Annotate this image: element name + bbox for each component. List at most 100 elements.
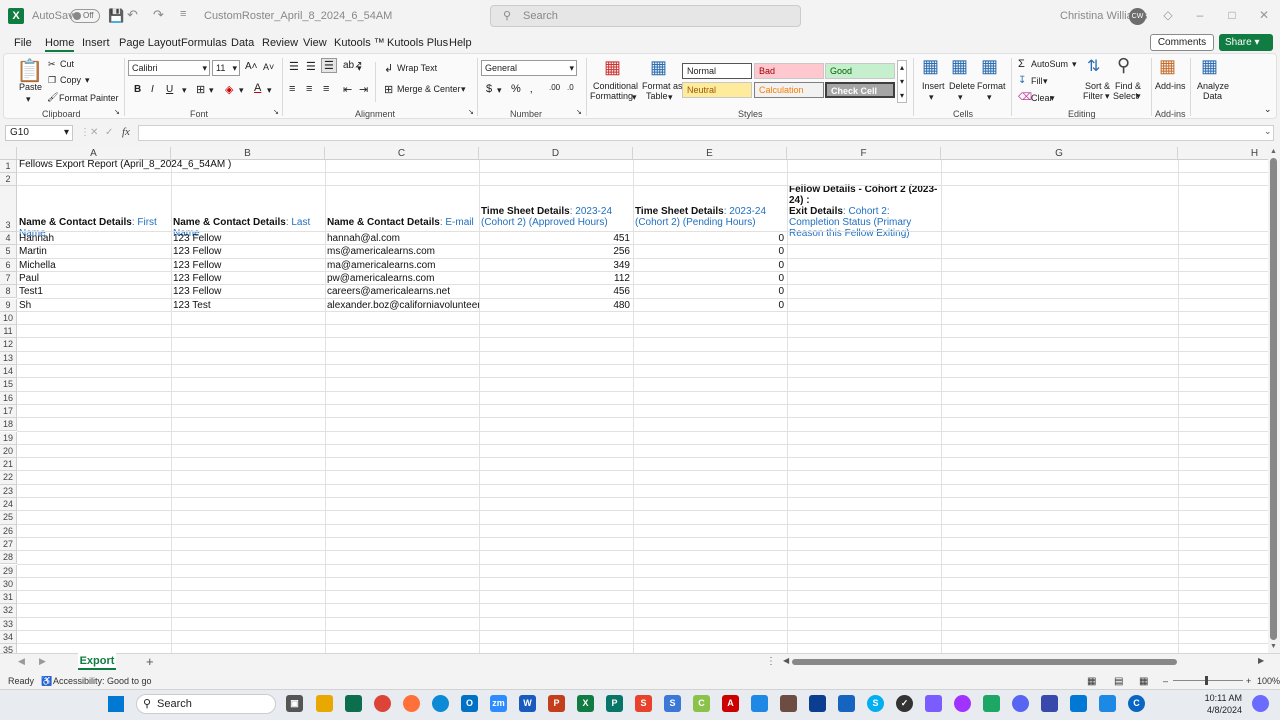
word-icon[interactable]: W bbox=[519, 695, 536, 712]
scroll-down-icon[interactable]: ▼ bbox=[1270, 643, 1277, 650]
zoom-slider[interactable] bbox=[1173, 680, 1243, 681]
tab-file[interactable]: File bbox=[14, 37, 32, 49]
column-header-f[interactable]: F bbox=[787, 147, 941, 160]
last-name-cell[interactable]: 123 Fellow bbox=[171, 286, 325, 297]
chevron-down-icon[interactable]: ▾ bbox=[461, 84, 466, 95]
row-header[interactable]: 7 bbox=[0, 271, 17, 286]
restore-icon[interactable]: □ bbox=[1222, 8, 1242, 22]
align-right-icon[interactable]: ≡ bbox=[323, 83, 329, 95]
merge-center-icon[interactable]: ⊞ bbox=[384, 83, 393, 96]
approved-hours-cell[interactable]: 451 bbox=[479, 233, 633, 244]
tab-formulas[interactable]: Formulas bbox=[181, 37, 227, 49]
format-cells-button[interactable]: Format bbox=[977, 81, 1006, 91]
select-all-corner[interactable] bbox=[0, 147, 17, 160]
skype-icon[interactable]: S bbox=[867, 695, 884, 712]
wrap-text-icon[interactable]: ↲ bbox=[384, 62, 393, 75]
align-bottom-icon[interactable]: ☰ bbox=[321, 58, 337, 73]
last-name-cell[interactable]: 123 Fellow bbox=[171, 260, 325, 271]
outlook-icon[interactable]: O bbox=[461, 695, 478, 712]
paste-button[interactable]: Paste bbox=[19, 82, 42, 92]
row-header[interactable]: 21 bbox=[0, 458, 17, 472]
tab-home[interactable]: Home bbox=[45, 37, 75, 52]
row-header[interactable]: 5 bbox=[0, 245, 17, 259]
acrobat-icon[interactable]: A bbox=[722, 695, 739, 712]
number-format-select[interactable]: General ▾ bbox=[481, 60, 577, 76]
format-as-table-label2[interactable]: Table bbox=[646, 91, 668, 101]
chrome-icon[interactable] bbox=[374, 695, 391, 712]
edge-icon[interactable] bbox=[432, 695, 449, 712]
row-header[interactable]: 18 bbox=[0, 418, 17, 432]
align-top-icon[interactable]: ☰ bbox=[289, 60, 299, 73]
discord-icon[interactable] bbox=[1012, 695, 1029, 712]
insert-function-icon[interactable]: fx bbox=[122, 126, 130, 138]
close-icon[interactable]: ✕ bbox=[1254, 8, 1274, 22]
number-launcher-icon[interactable]: ↘ bbox=[576, 108, 582, 116]
next-sheet-icon[interactable]: ▶ bbox=[39, 656, 46, 667]
first-name-cell[interactable]: Martin bbox=[17, 246, 171, 257]
tab-kutools[interactable]: Kutools ™ bbox=[334, 37, 385, 49]
first-name-cell[interactable]: Hannah bbox=[17, 233, 171, 244]
find-select-icon[interactable]: ⚲ bbox=[1117, 55, 1130, 76]
zoom-out-icon[interactable]: – bbox=[1163, 676, 1168, 686]
app-green-icon[interactable] bbox=[983, 695, 1000, 712]
app-c-icon[interactable]: C bbox=[693, 695, 710, 712]
font-size-select[interactable]: 11 ▾ bbox=[212, 60, 240, 76]
row-header[interactable]: 24 bbox=[0, 498, 17, 512]
diamond-icon[interactable]: ◇ bbox=[1158, 8, 1178, 22]
avatar[interactable]: CW bbox=[1129, 8, 1146, 25]
column-header-g[interactable]: G bbox=[941, 147, 1178, 160]
approved-hours-cell[interactable]: 480 bbox=[479, 300, 633, 311]
expand-formula-icon[interactable]: ⌄ bbox=[1264, 126, 1272, 137]
app-c2-icon[interactable]: C bbox=[1128, 695, 1145, 712]
row-header[interactable]: 14 bbox=[0, 365, 17, 379]
row-header[interactable]: 32 bbox=[0, 604, 17, 618]
font-launcher-icon[interactable]: ↘ bbox=[273, 108, 279, 116]
page-layout-view-icon[interactable]: ▤ bbox=[1114, 676, 1123, 687]
page-break-view-icon[interactable]: ▦ bbox=[1139, 676, 1148, 687]
first-name-cell[interactable]: Test1 bbox=[17, 286, 171, 297]
chevron-down-icon[interactable]: ▾ bbox=[182, 85, 187, 96]
comma-style-icon[interactable]: ‚ bbox=[530, 83, 532, 95]
column-header-d[interactable]: D bbox=[479, 147, 633, 160]
minimize-icon[interactable]: – bbox=[1190, 8, 1210, 22]
add-ins-icon[interactable]: ▦ bbox=[1159, 56, 1176, 77]
app-s2-icon[interactable]: S bbox=[664, 695, 681, 712]
messenger-icon[interactable] bbox=[954, 695, 971, 712]
chevron-down-icon[interactable]: ▾ bbox=[497, 85, 502, 96]
analyze-data-button[interactable]: Analyze bbox=[1197, 81, 1229, 91]
header-approved-hours[interactable]: Time Sheet Details: 2023-24 (Cohort 2) (… bbox=[479, 206, 633, 228]
find-select-button[interactable]: Find & bbox=[1115, 81, 1141, 91]
pending-hours-cell[interactable]: 0 bbox=[633, 273, 787, 284]
scroll-right-icon[interactable]: ▶ bbox=[1258, 656, 1264, 665]
row-header[interactable]: 9 bbox=[0, 298, 17, 312]
analyze-data-label2[interactable]: Data bbox=[1203, 91, 1222, 101]
chevron-down-icon[interactable]: ▾ bbox=[929, 92, 934, 103]
formula-input[interactable] bbox=[138, 125, 1274, 141]
share-button[interactable]: Share ▾ bbox=[1219, 34, 1273, 51]
firefox-icon[interactable] bbox=[403, 695, 420, 712]
chevron-down-icon[interactable]: ▾ bbox=[267, 85, 272, 96]
email-cell[interactable]: ma@americalearns.com bbox=[325, 260, 479, 271]
paste-icon[interactable]: 📋 bbox=[16, 58, 43, 84]
row-header[interactable]: 22 bbox=[0, 471, 17, 485]
chevron-down-icon[interactable]: ▾ bbox=[357, 63, 362, 74]
tab-kutools-plus[interactable]: Kutools Plus bbox=[387, 37, 448, 49]
chevron-down-icon[interactable]: ▾ bbox=[209, 85, 214, 96]
zoom-in-icon[interactable]: + bbox=[1246, 676, 1251, 686]
add-sheet-button[interactable]: + bbox=[146, 654, 154, 669]
first-name-cell[interactable]: Michella bbox=[17, 260, 171, 271]
last-name-cell[interactable]: 123 Fellow bbox=[171, 273, 325, 284]
align-left-icon[interactable]: ≡ bbox=[289, 83, 295, 95]
customize-toolbar-icon[interactable]: ≡ bbox=[180, 8, 186, 20]
task-view-icon[interactable]: ▣ bbox=[286, 695, 303, 712]
row-header[interactable]: 26 bbox=[0, 524, 17, 538]
row-header[interactable]: 28 bbox=[0, 551, 17, 565]
row-header[interactable]: 10 bbox=[0, 311, 17, 326]
row-header[interactable]: 19 bbox=[0, 431, 17, 445]
decrease-indent-icon[interactable]: ⇤ bbox=[343, 83, 352, 96]
chevron-down-icon[interactable]: ▾ bbox=[1072, 59, 1077, 70]
file-name[interactable]: CustomRoster_April_8_2024_6_54AM bbox=[204, 10, 392, 22]
delete-cells-button[interactable]: Delete bbox=[949, 81, 975, 91]
collapse-ribbon-icon[interactable]: ⌄ bbox=[1264, 104, 1272, 115]
first-name-cell[interactable]: Paul bbox=[17, 273, 171, 284]
